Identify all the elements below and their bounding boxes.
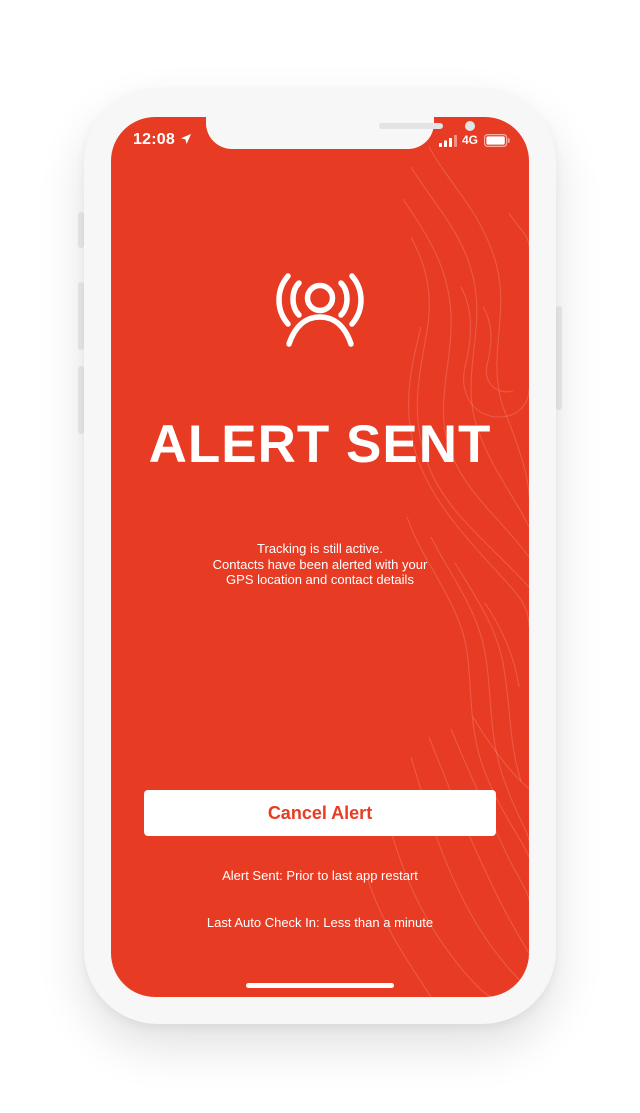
alert-message-line: Tracking is still active. [257,541,383,556]
status-time: 12:08 [133,131,175,148]
cellular-signal-icon [439,135,457,147]
battery-icon [484,134,510,147]
location-arrow-icon [181,134,191,144]
power-button [556,306,562,410]
alert-sent-info: Alert Sent: Prior to last app restart [222,868,418,883]
alert-message-line: Contacts have been alerted with your [212,556,428,572]
app-stage: 12:08 4G ALERT SENT Tracking is still ac [0,0,640,1113]
alert-sent-title: ALERT SENT [148,415,492,474]
person-broadcast-icon [276,273,364,347]
front-camera [465,121,475,131]
speaker-grille [379,123,443,129]
last-check-in-info: Last Auto Check In: Less than a minute [206,915,434,930]
home-indicator[interactable] [246,983,394,988]
alert-message: Tracking is still active. Contacts have … [151,541,489,588]
network-type-label: 4G [462,133,479,147]
phone-notch [206,117,475,149]
cancel-alert-button[interactable]: Cancel Alert [144,790,496,836]
alert-message-line: GPS location and contact details [226,572,414,587]
phone-screen: 12:08 4G ALERT SENT Tracking is still ac [111,117,529,997]
